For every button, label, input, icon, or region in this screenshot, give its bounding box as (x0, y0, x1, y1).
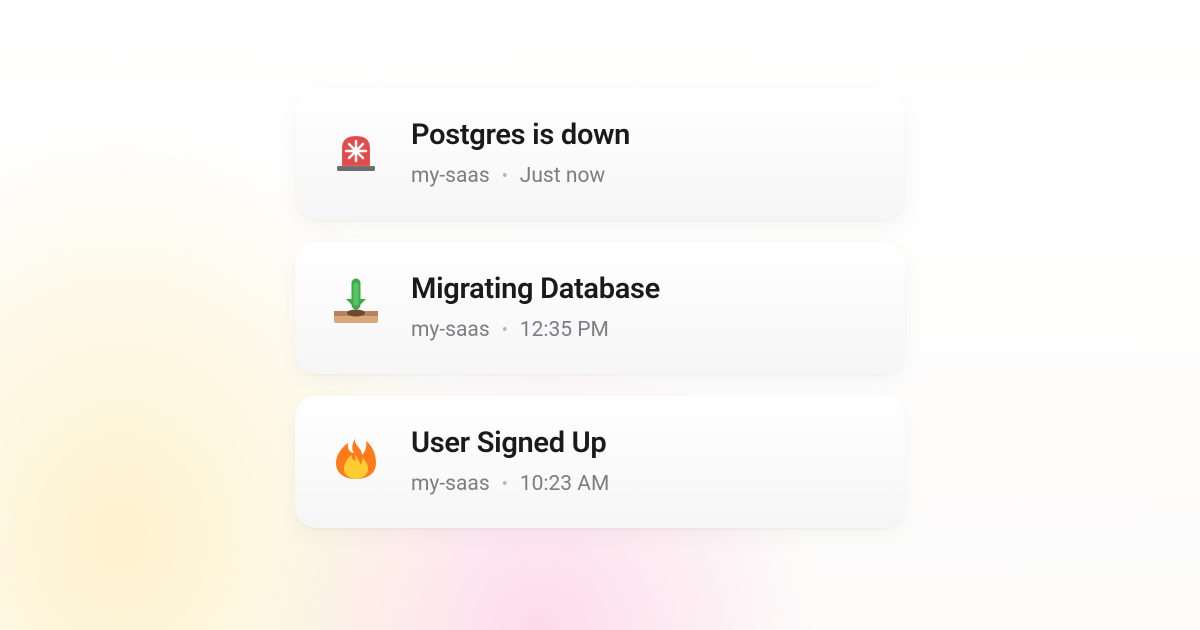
inbox-download-icon (329, 276, 383, 330)
notification-time: Just now (520, 164, 605, 188)
meta-separator: • (502, 320, 508, 341)
notification-card[interactable]: User Signed Up my-saas • 10:23 AM (295, 396, 905, 528)
notification-meta: my-saas • Just now (411, 164, 871, 188)
notification-content: Postgres is down my-saas • Just now (411, 118, 871, 188)
notification-time: 12:35 PM (520, 318, 609, 342)
fire-icon (329, 430, 383, 484)
meta-separator: • (502, 474, 508, 495)
notification-title: User Signed Up (411, 426, 871, 460)
notification-content: User Signed Up my-saas • 10:23 AM (411, 426, 871, 496)
notification-meta: my-saas • 12:35 PM (411, 318, 871, 342)
notification-project: my-saas (411, 472, 490, 496)
notification-project: my-saas (411, 164, 490, 188)
notification-content: Migrating Database my-saas • 12:35 PM (411, 272, 871, 342)
notification-meta: my-saas • 10:23 AM (411, 472, 871, 496)
notification-project: my-saas (411, 318, 490, 342)
notification-title: Migrating Database (411, 272, 871, 306)
notification-card[interactable]: Migrating Database my-saas • 12:35 PM (295, 242, 905, 374)
siren-icon (329, 122, 383, 176)
meta-separator: • (502, 166, 508, 187)
notification-list: Postgres is down my-saas • Just now Migr… (295, 88, 905, 528)
notification-title: Postgres is down (411, 118, 871, 152)
notification-card[interactable]: Postgres is down my-saas • Just now (295, 88, 905, 220)
notification-time: 10:23 AM (520, 472, 610, 496)
